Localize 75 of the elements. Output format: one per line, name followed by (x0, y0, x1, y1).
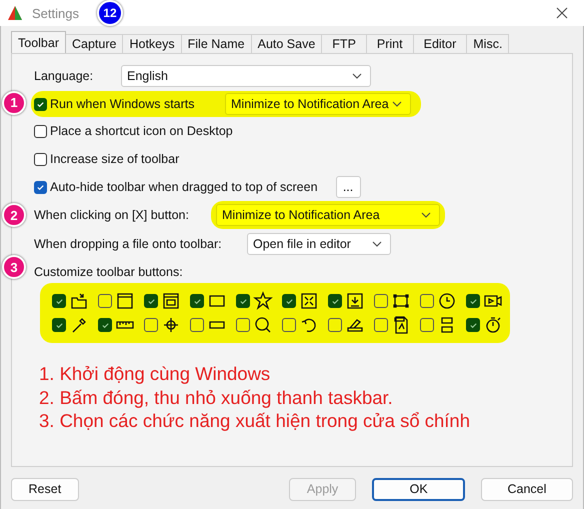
dialog-button[interactable]: OK (372, 478, 465, 500)
toolbar-button-icon (115, 291, 135, 311)
number-badge: 1 (2, 90, 26, 114)
field-label: When dropping a file onto toolbar: (34, 237, 223, 251)
number-badge: 2 (2, 203, 26, 227)
drop-action-dropdown[interactable]: Open file in editor (247, 233, 391, 255)
checkmark-icon (330, 296, 340, 306)
checkbox[interactable] (98, 318, 112, 332)
toolbar-button-icon (253, 291, 273, 311)
number-badge: 3 (2, 255, 26, 279)
app-icon (6, 4, 24, 22)
checkbox[interactable] (328, 318, 342, 332)
checkbox[interactable] (190, 294, 204, 308)
checkbox[interactable]: Increase size of toolbar (34, 152, 180, 166)
more-button[interactable]: ... (336, 176, 361, 198)
checkbox[interactable] (52, 318, 66, 332)
chevron-down-icon (372, 241, 382, 247)
checkmark-icon (238, 296, 248, 306)
checkmark-icon (36, 100, 45, 108)
checkbox[interactable] (466, 318, 480, 332)
checkbox[interactable] (98, 294, 112, 308)
checkbox[interactable] (52, 294, 66, 308)
checkbox[interactable] (420, 294, 434, 308)
toolbar-button-icon (345, 291, 365, 311)
checkbox[interactable] (144, 294, 158, 308)
toolbar-button-icon (69, 291, 89, 311)
chevron-down-icon (392, 101, 402, 107)
checkmark-icon (146, 296, 156, 306)
close-action-dropdown[interactable]: Minimize to Notification Area (216, 204, 440, 226)
toolbar-button-icon (161, 291, 181, 311)
language-dropdown[interactable]: English (121, 65, 371, 87)
checkbox[interactable]: Place a shortcut icon on Desktop (34, 124, 233, 138)
tab[interactable]: Capture (65, 34, 124, 53)
close-icon[interactable] (556, 7, 568, 19)
checkbox[interactable] (466, 294, 480, 308)
checkbox[interactable] (236, 318, 250, 332)
checkbox[interactable] (190, 318, 204, 332)
checkbox[interactable] (282, 318, 296, 332)
checkbox[interactable] (282, 294, 296, 308)
checkmark-icon (54, 296, 64, 306)
tab[interactable]: Misc. (466, 34, 510, 53)
annotation-text: 3. Chọn các chức năng xuất hiện trong cửa sổ chính (39, 409, 472, 432)
checkbox[interactable]: Run when Windows starts (34, 97, 225, 111)
annotation-text: 1. Khởi động cùng Windows (39, 362, 272, 386)
checkmark-icon (54, 320, 64, 330)
tab[interactable]: Toolbar (11, 31, 66, 53)
startup-mode-dropdown[interactable]: Minimize to Notification Area (225, 93, 411, 115)
checkmark-icon (100, 320, 110, 330)
section-label: Customize toolbar buttons: (34, 265, 183, 279)
toolbar-button-icon (253, 315, 273, 335)
checkbox[interactable] (374, 318, 388, 332)
checkbox[interactable] (236, 294, 250, 308)
toolbar-button-icon (299, 291, 319, 311)
annotation-text: 2. Bấm đóng, thu nhỏ xuống thanh taskbar. (39, 386, 394, 409)
checkbox[interactable] (374, 294, 388, 308)
checkmark-icon (468, 296, 478, 306)
field-label: Language: (34, 69, 94, 83)
checkmark-icon (284, 296, 294, 306)
chevron-down-icon (352, 73, 362, 79)
checkbox[interactable] (328, 294, 342, 308)
tab[interactable]: Hotkeys (122, 34, 182, 53)
dialog-button[interactable]: Cancel (480, 478, 573, 500)
checkbox[interactable]: Auto-hide toolbar when dragged to top of screen (34, 180, 318, 194)
field-label: When clicking on [X] button: (34, 208, 190, 222)
dialog-button[interactable]: Reset (11, 478, 79, 500)
checkmark-icon (192, 296, 202, 306)
chevron-down-icon (421, 212, 431, 218)
toolbar-button-icon (161, 315, 181, 335)
checkbox[interactable] (144, 318, 158, 332)
checkmark-icon (468, 320, 478, 330)
number-badge: 12 (96, 0, 123, 26)
checkbox[interactable] (420, 318, 434, 332)
window-title: Settings (32, 6, 79, 20)
checkmark-icon (36, 182, 45, 192)
toolbar-button-icon (437, 291, 457, 311)
